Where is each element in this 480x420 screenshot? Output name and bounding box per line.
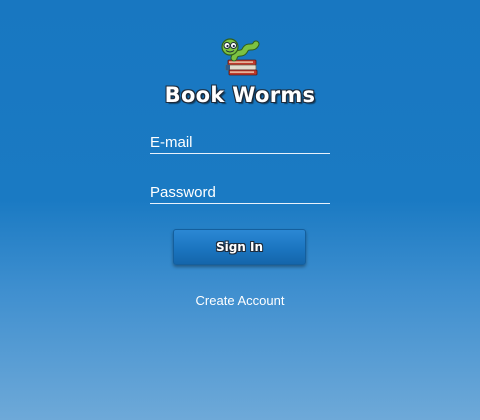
login-screen: Book Worms Sign In Create Account — [0, 0, 480, 420]
password-field[interactable] — [150, 181, 330, 204]
password-input[interactable] — [150, 181, 330, 203]
app-title: Book Worms — [164, 83, 316, 107]
create-account-link[interactable]: Create Account — [0, 293, 480, 308]
email-input[interactable] — [150, 131, 330, 153]
bookworm-logo-icon — [218, 36, 262, 78]
sign-in-button[interactable]: Sign In — [173, 229, 306, 265]
email-field[interactable] — [150, 131, 330, 154]
